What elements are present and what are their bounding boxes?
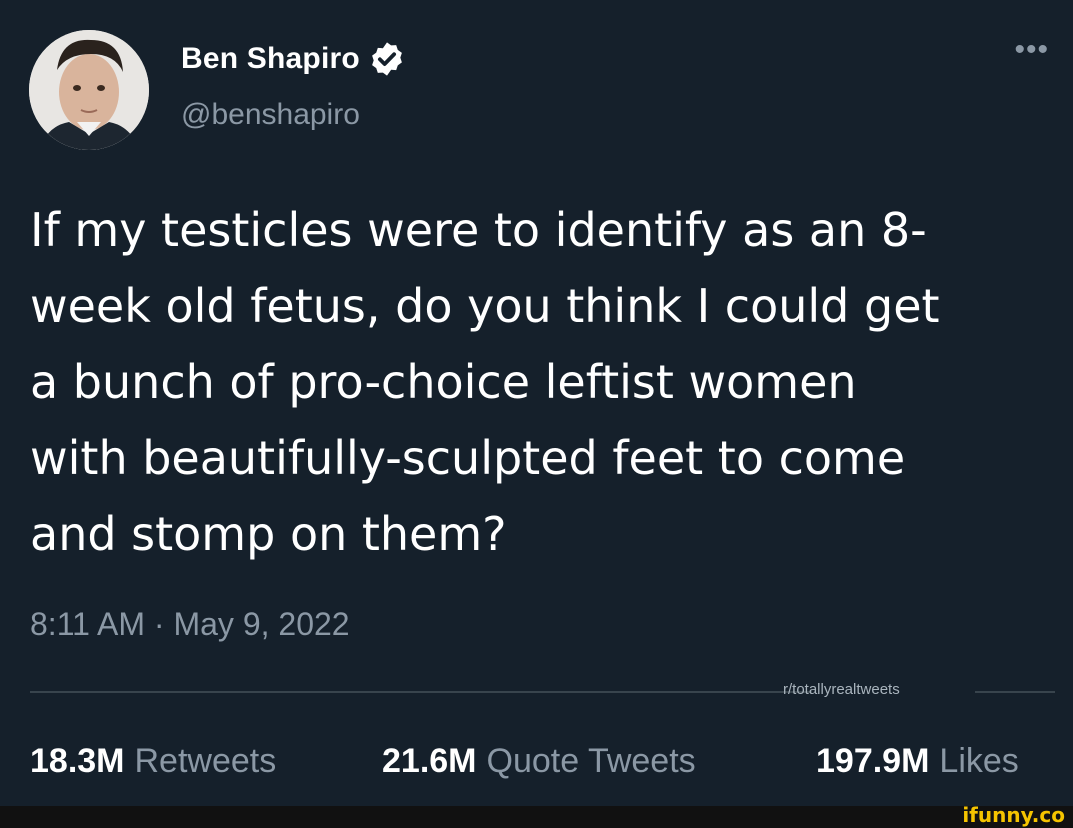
user-display-name[interactable]: Ben Shapiro — [181, 42, 360, 76]
user-handle[interactable]: @benshapiro — [181, 98, 360, 132]
footer-bar — [0, 806, 1073, 828]
retweets-label: Retweets — [134, 742, 277, 780]
user-display-name-row[interactable]: Ben Shapiro — [181, 40, 406, 78]
quote-tweets-label: Quote Tweets — [486, 742, 696, 780]
verified-badge-icon — [372, 42, 402, 76]
retweets-stat[interactable]: 18.3M Retweets — [30, 742, 276, 781]
retweets-count: 18.3M — [30, 742, 125, 780]
avatar[interactable] — [29, 30, 149, 150]
tweet-text: If my testicles were to identify as an 8… — [30, 203, 940, 561]
divider — [30, 691, 1055, 693]
more-options-icon[interactable]: ••• — [1014, 35, 1049, 65]
likes-count: 197.9M — [816, 742, 930, 780]
ifunny-logo: ifunny.co — [962, 803, 1065, 827]
subreddit-watermark: r/totallyrealtweets — [783, 681, 900, 698]
quote-tweets-count: 21.6M — [382, 742, 477, 780]
tweet-timestamp[interactable]: 8:11 AM · May 9, 2022 — [30, 606, 350, 643]
divider-line-left — [30, 691, 812, 693]
likes-label: Likes — [939, 742, 1019, 780]
avatar-portrait-icon — [29, 30, 149, 150]
divider-line-right — [975, 691, 1055, 693]
likes-stat[interactable]: 197.9M Likes — [816, 742, 1019, 781]
quote-tweets-stat[interactable]: 21.6M Quote Tweets — [382, 742, 696, 781]
